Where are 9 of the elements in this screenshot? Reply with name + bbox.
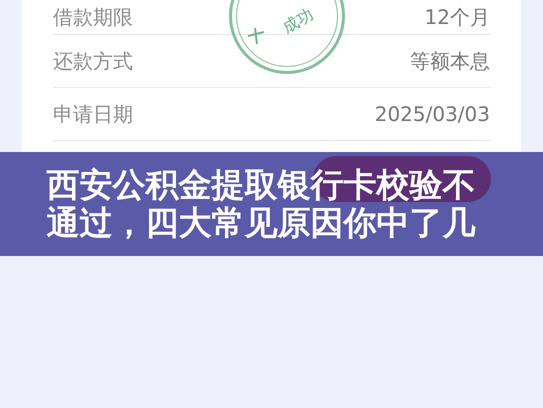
article-title: 西安公积金提取银行卡校验不通过，四大常见原因你中了几 [46, 166, 476, 242]
detail-value: 2025/03/03 [374, 102, 490, 126]
stamp-text: 成功 [280, 5, 316, 36]
cross-icon [246, 26, 266, 46]
detail-label: 借款期限 [53, 4, 133, 30]
detail-label: 申请日期 [53, 100, 133, 128]
detail-label: 还款方式 [53, 48, 133, 74]
detail-value: 等额本息 [410, 48, 490, 74]
detail-value: 12个月 [424, 4, 490, 30]
